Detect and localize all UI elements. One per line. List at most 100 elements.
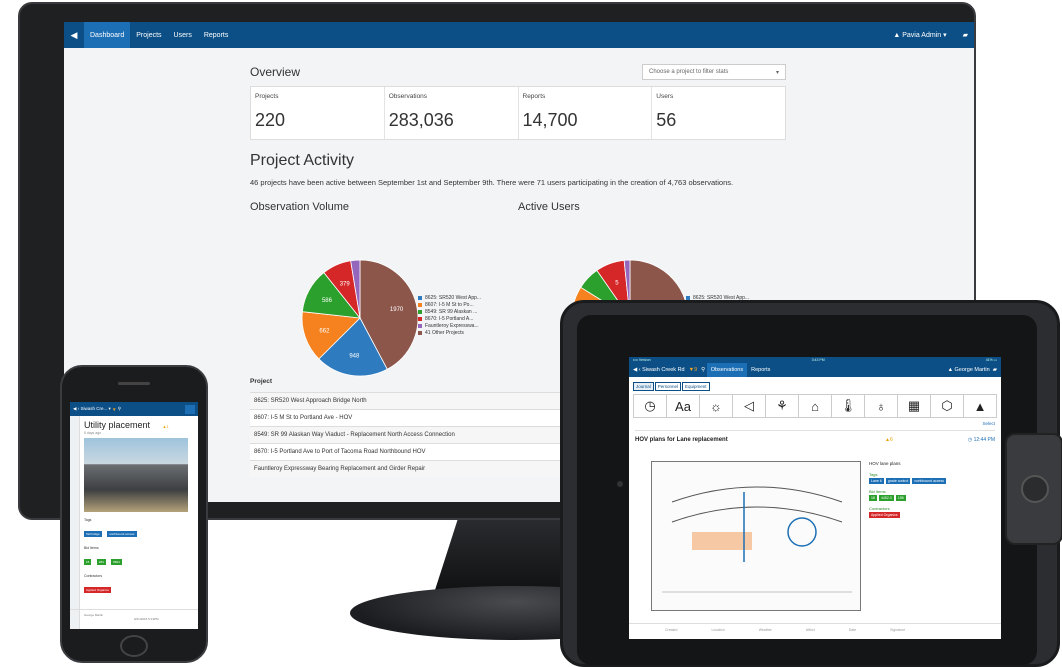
footer-col: Weather <box>758 628 772 632</box>
app-logo-icon[interactable]: ◀ ‹ <box>73 406 80 412</box>
subtab-journal[interactable]: Journal <box>633 382 654 391</box>
dashboard-main: Overview Choose a project to filter stat… <box>250 48 786 477</box>
back-button[interactable]: ‹ Siwash Creek Rd <box>639 367 685 373</box>
tablet-handle <box>1005 433 1062 545</box>
tablet-strap-knob <box>1021 475 1049 503</box>
clock: 3:43 PM <box>811 358 825 362</box>
menu-button[interactable] <box>185 404 195 414</box>
nav-dashboard[interactable]: Dashboard <box>84 22 131 48</box>
phone-speaker <box>118 382 150 385</box>
tag-chip[interactable]: grade control <box>885 478 911 484</box>
legend-swatch <box>418 323 422 328</box>
rugged-tablet: •••• Verizon 3:43 PM 41% ▭ ◀ ‹ Siwash Cr… <box>560 300 1062 667</box>
legend-label: 8549: SR 99 Alaskan ... <box>425 308 478 315</box>
legend-item[interactable]: 8670: I-5 Portland A... <box>418 315 481 322</box>
legend-swatch <box>418 330 422 335</box>
footer-col: Signature <box>890 628 906 632</box>
phone-home-button[interactable] <box>120 635 148 657</box>
tablet-bezel: •••• Verizon 3:43 PM 41% ▭ ◀ ‹ Siwash Cr… <box>577 315 1037 665</box>
legend-label: 8607: I-5 M St to Po... <box>425 301 474 308</box>
phone-nav: ◀ ‹ Siwash Cre... ▾ ▼ ⚲ <box>70 402 198 416</box>
observation-title-text: Utility placement <box>84 420 151 430</box>
nav-projects[interactable]: Projects <box>130 22 167 48</box>
legend-item[interactable]: 41 Other Projects <box>418 329 481 336</box>
contractor-chip[interactable]: Applied Organics <box>869 512 900 518</box>
engineering-drawing-image[interactable] <box>651 461 861 611</box>
tag-chip[interactable]: northbound access <box>107 531 137 537</box>
filter-icon[interactable]: ▼ <box>111 407 118 412</box>
more-triangle-icon[interactable]: ▲ <box>964 395 996 417</box>
bid-item-chip[interactable]: 4452.3 <box>879 495 894 501</box>
nav-reports[interactable]: Reports <box>198 22 235 48</box>
product-composite: ◀ Dashboard Projects Users Reports ▲ Pav… <box>0 0 1062 667</box>
graduation-cap-icon[interactable]: ▰ <box>957 22 974 48</box>
legend-item[interactable]: 8625: SR520 West App... <box>418 294 481 301</box>
tag-chip[interactable]: northbound access <box>912 478 946 484</box>
user-menu[interactable]: ▲ Pavia Admin ▾ <box>883 31 956 39</box>
user-menu[interactable]: ▲ George Martin <box>948 367 990 373</box>
megaphone-icon[interactable]: ◁ <box>733 395 766 417</box>
observation-title: Utility placement ▲1 <box>84 420 194 430</box>
legend-item[interactable]: 8607: I-5 M St to Po... <box>418 301 481 308</box>
phone-project-selector[interactable]: Siwash Cre... ▾ <box>80 406 110 412</box>
warning-count: ▲6 <box>885 437 893 443</box>
text-icon[interactable]: Aa <box>667 395 700 417</box>
graduation-cap-icon[interactable]: ▰ <box>990 367 997 373</box>
tablet-camera <box>617 481 623 487</box>
bid-item-chip[interactable]: 8821 <box>111 559 122 565</box>
legend-label: 8670: I-5 Portland A... <box>425 315 474 322</box>
calculator-icon[interactable]: ▦ <box>898 395 931 417</box>
tab-observations[interactable]: Observations <box>706 363 748 377</box>
select-link[interactable]: Select <box>635 421 995 426</box>
nav-users[interactable]: Users <box>168 22 198 48</box>
footer-date: 9/21/2016 5:13PM <box>134 617 159 621</box>
search-icon[interactable]: ⚲ <box>118 406 121 412</box>
bid-item-chip[interactable]: 18 <box>869 495 877 501</box>
bid-items-list: 18 4452.3 156 <box>869 494 989 501</box>
observation-header[interactable]: HOV plans for Lane replacement ▲6 ◷ 12:4… <box>635 430 995 443</box>
subtab-personnel[interactable]: Personnel <box>654 382 682 391</box>
contractor-chip[interactable]: Applied Organics <box>84 587 111 593</box>
bid-item-chip[interactable]: 284 <box>96 559 106 565</box>
stop-sign-icon[interactable]: ⬡ <box>931 395 964 417</box>
footer-col: Affect <box>805 628 815 632</box>
legend-item[interactable]: 8549: SR 99 Alaskan ... <box>418 308 481 315</box>
tag-chip[interactable]: Lane 6 <box>869 478 884 484</box>
observation-type-toolbar: ◷ Aa ☼ ◁ ⚘ ⌂ 🌡 ♁ ▦ ⬡ ▲ <box>633 394 997 418</box>
legend-swatch <box>418 316 422 321</box>
legend-item[interactable]: Fauntleroy Expresswa... <box>418 322 481 329</box>
legend-swatch <box>418 295 422 300</box>
stopwatch-icon[interactable]: ♁ <box>865 395 898 417</box>
weather-icon[interactable]: ☼ <box>700 395 733 417</box>
thermometer-icon[interactable]: 🌡 <box>832 395 865 417</box>
observation-photo[interactable] <box>84 438 188 512</box>
camera-icon[interactable]: ◷ <box>634 395 667 417</box>
cone-icon[interactable]: ⚘ <box>766 395 799 417</box>
battery: 41% ▭ <box>985 358 997 362</box>
tablet-screen: •••• Verizon 3:43 PM 41% ▭ ◀ ‹ Siwash Cr… <box>629 357 1001 639</box>
phone: ◀ ‹ Siwash Cre... ▾ ▼ ⚲ Utility placemen… <box>60 365 208 663</box>
legend-swatch <box>418 302 422 307</box>
observation-time: 5 days ago <box>84 431 102 435</box>
footer-col: Date <box>848 628 857 632</box>
tab-reports[interactable]: Reports <box>747 363 774 377</box>
warning-count: ▲1 <box>162 424 169 429</box>
observation-volume-legend: 8625: SR520 West App... 8607: I-5 M St to… <box>418 294 481 336</box>
observation-card[interactable]: Utility placement ▲1 5 days ago Tags Tal… <box>84 420 194 596</box>
legend-label: 41 Other Projects <box>425 329 464 336</box>
contractors-list: Applied Organics <box>869 511 989 518</box>
subtabs: Journal Personnel Equipment <box>633 382 997 391</box>
subtab-equipment[interactable]: Equipment <box>682 382 710 391</box>
bid-items-list: 15 284 8821 <box>84 550 194 568</box>
legend-swatch <box>686 295 690 300</box>
footer-col: Location <box>711 628 725 632</box>
project-table-header: Project <box>250 378 273 385</box>
bid-item-chip[interactable]: 156 <box>895 495 906 501</box>
bid-item-chip[interactable]: 15 <box>84 559 92 565</box>
phone-sidebar <box>70 416 80 629</box>
filter-count[interactable]: ▼9 <box>689 367 698 373</box>
tag-chip[interactable]: Tall bridge <box>84 531 102 537</box>
app-logo-icon[interactable]: ◀ <box>64 22 84 48</box>
legend-label: Fauntleroy Expresswa... <box>425 322 479 329</box>
boot-icon[interactable]: ⌂ <box>799 395 832 417</box>
